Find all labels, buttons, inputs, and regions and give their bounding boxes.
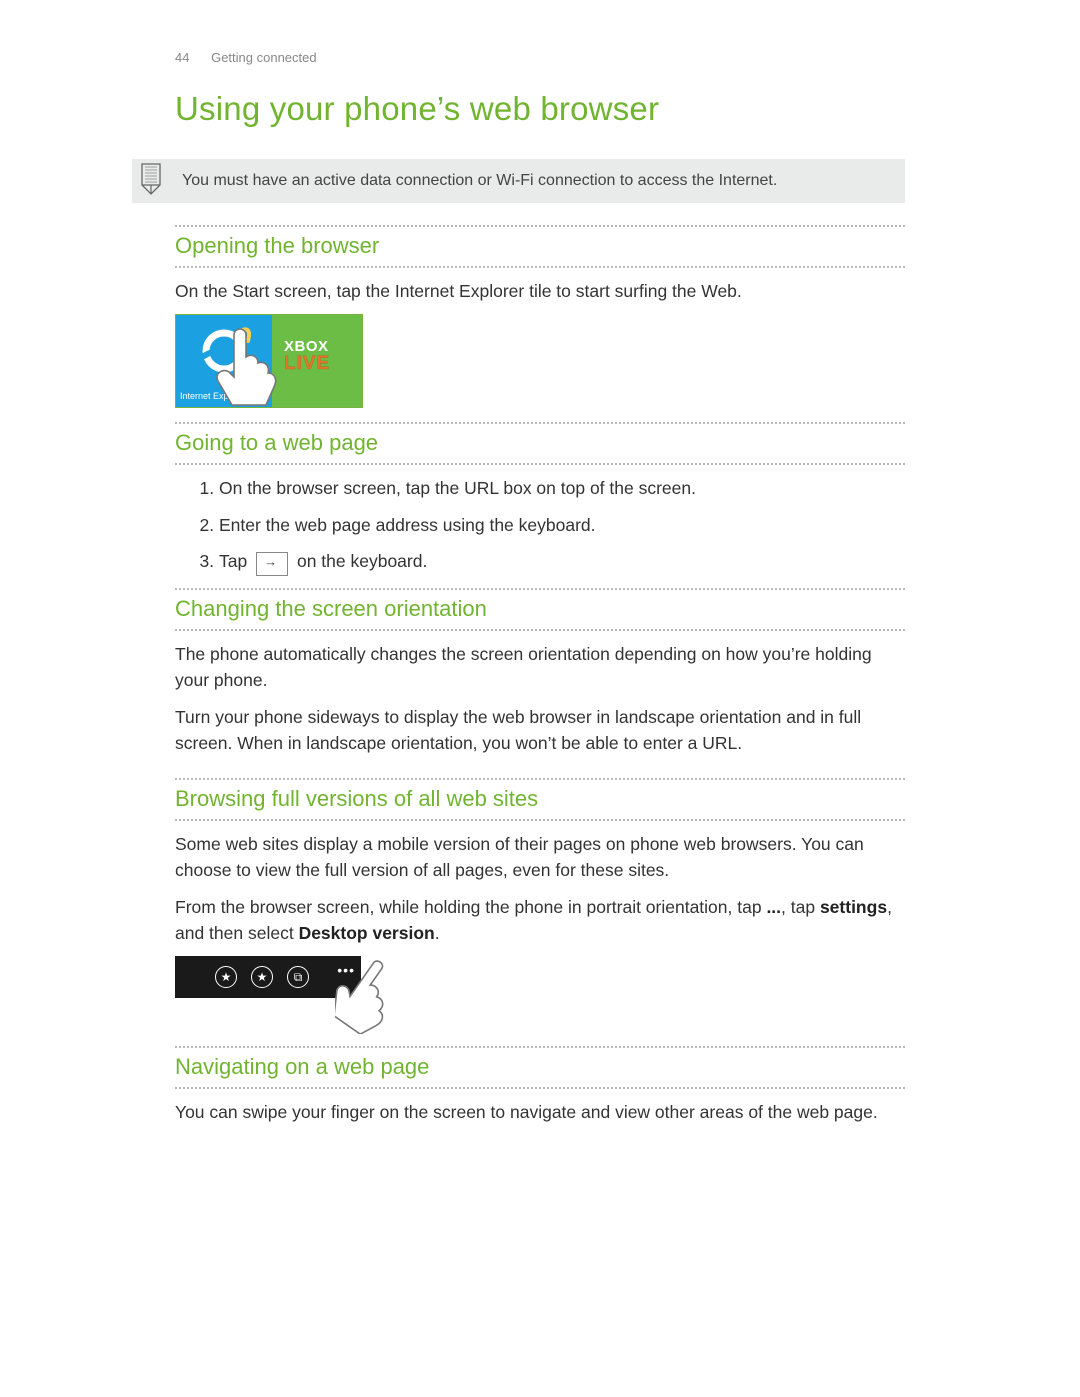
- divider: [175, 225, 905, 227]
- divider: [175, 588, 905, 590]
- section-navigating: Navigating on a web page You can swipe y…: [175, 1046, 905, 1125]
- internet-explorer-tile: Internet Explorer: [176, 315, 272, 407]
- paragraph: Turn your phone sideways to display the …: [175, 704, 905, 757]
- section-heading: Going to a web page: [175, 426, 905, 459]
- paragraph: Some web sites display a mobile version …: [175, 831, 905, 884]
- divider: [175, 629, 905, 631]
- steps-list: On the browser screen, tap the URL box o…: [175, 475, 905, 574]
- start-tiles-figure: Internet Explorer XBOX LIVE: [175, 314, 363, 408]
- desktop-version-ref: Desktop version: [299, 923, 435, 943]
- divider: [175, 463, 905, 465]
- xbox-live-tile: XBOX LIVE: [272, 315, 362, 407]
- section-heading: Changing the screen orientation: [175, 592, 905, 625]
- appbar-tabs-icon: ⧉: [287, 966, 309, 988]
- section-heading: Navigating on a web page: [175, 1050, 905, 1083]
- xbox-live-logo: XBOX LIVE: [284, 339, 330, 373]
- list-item: Tap on the keyboard.: [219, 548, 905, 574]
- divider: [175, 778, 905, 780]
- divider: [175, 1046, 905, 1048]
- go-key-icon: [256, 552, 288, 576]
- running-header: 44 Getting connected: [175, 48, 905, 68]
- tile-label: Internet Explorer: [180, 390, 247, 404]
- list-item: Enter the web page address using the key…: [219, 512, 905, 538]
- chapter-name: Getting connected: [211, 50, 317, 65]
- paragraph: On the Start screen, tap the Internet Ex…: [175, 278, 905, 304]
- section-going-to-webpage: Going to a web page On the browser scree…: [175, 422, 905, 574]
- settings-ref: settings: [820, 897, 887, 917]
- paragraph: The phone automatically changes the scre…: [175, 641, 905, 694]
- divider: [175, 422, 905, 424]
- section-heading: Opening the browser: [175, 229, 905, 262]
- appbar-favorite-icon: ★: [215, 966, 237, 988]
- note-callout: You must have an active data connection …: [132, 159, 905, 203]
- page-title: Using your phone’s web browser: [175, 84, 905, 134]
- ellipsis-button-ref: ...: [766, 897, 781, 917]
- section-heading: Browsing full versions of all web sites: [175, 782, 905, 815]
- appbar-add-favorite-icon: ★: [251, 966, 273, 988]
- section-full-versions: Browsing full versions of all web sites …: [175, 778, 905, 1032]
- note-text: You must have an active data connection …: [182, 172, 777, 189]
- section-screen-orientation: Changing the screen orientation The phon…: [175, 588, 905, 756]
- divider: [175, 266, 905, 268]
- tap-hand-icon: [335, 958, 430, 1034]
- divider: [175, 1087, 905, 1089]
- divider: [175, 819, 905, 821]
- appbar: ★ ★ ⧉ •••: [175, 956, 361, 998]
- page-number: 44: [175, 50, 189, 65]
- paragraph: You can swipe your finger on the screen …: [175, 1099, 905, 1125]
- page: 44 Getting connected Using your phone’s …: [0, 0, 1080, 1397]
- pencil-icon: [138, 161, 166, 195]
- appbar-figure: ★ ★ ⧉ •••: [175, 956, 425, 1032]
- internet-explorer-icon: [196, 323, 252, 379]
- section-opening-browser: Opening the browser On the Start screen,…: [175, 225, 905, 408]
- list-item: On the browser screen, tap the URL box o…: [219, 475, 905, 501]
- paragraph: From the browser screen, while holding t…: [175, 894, 905, 947]
